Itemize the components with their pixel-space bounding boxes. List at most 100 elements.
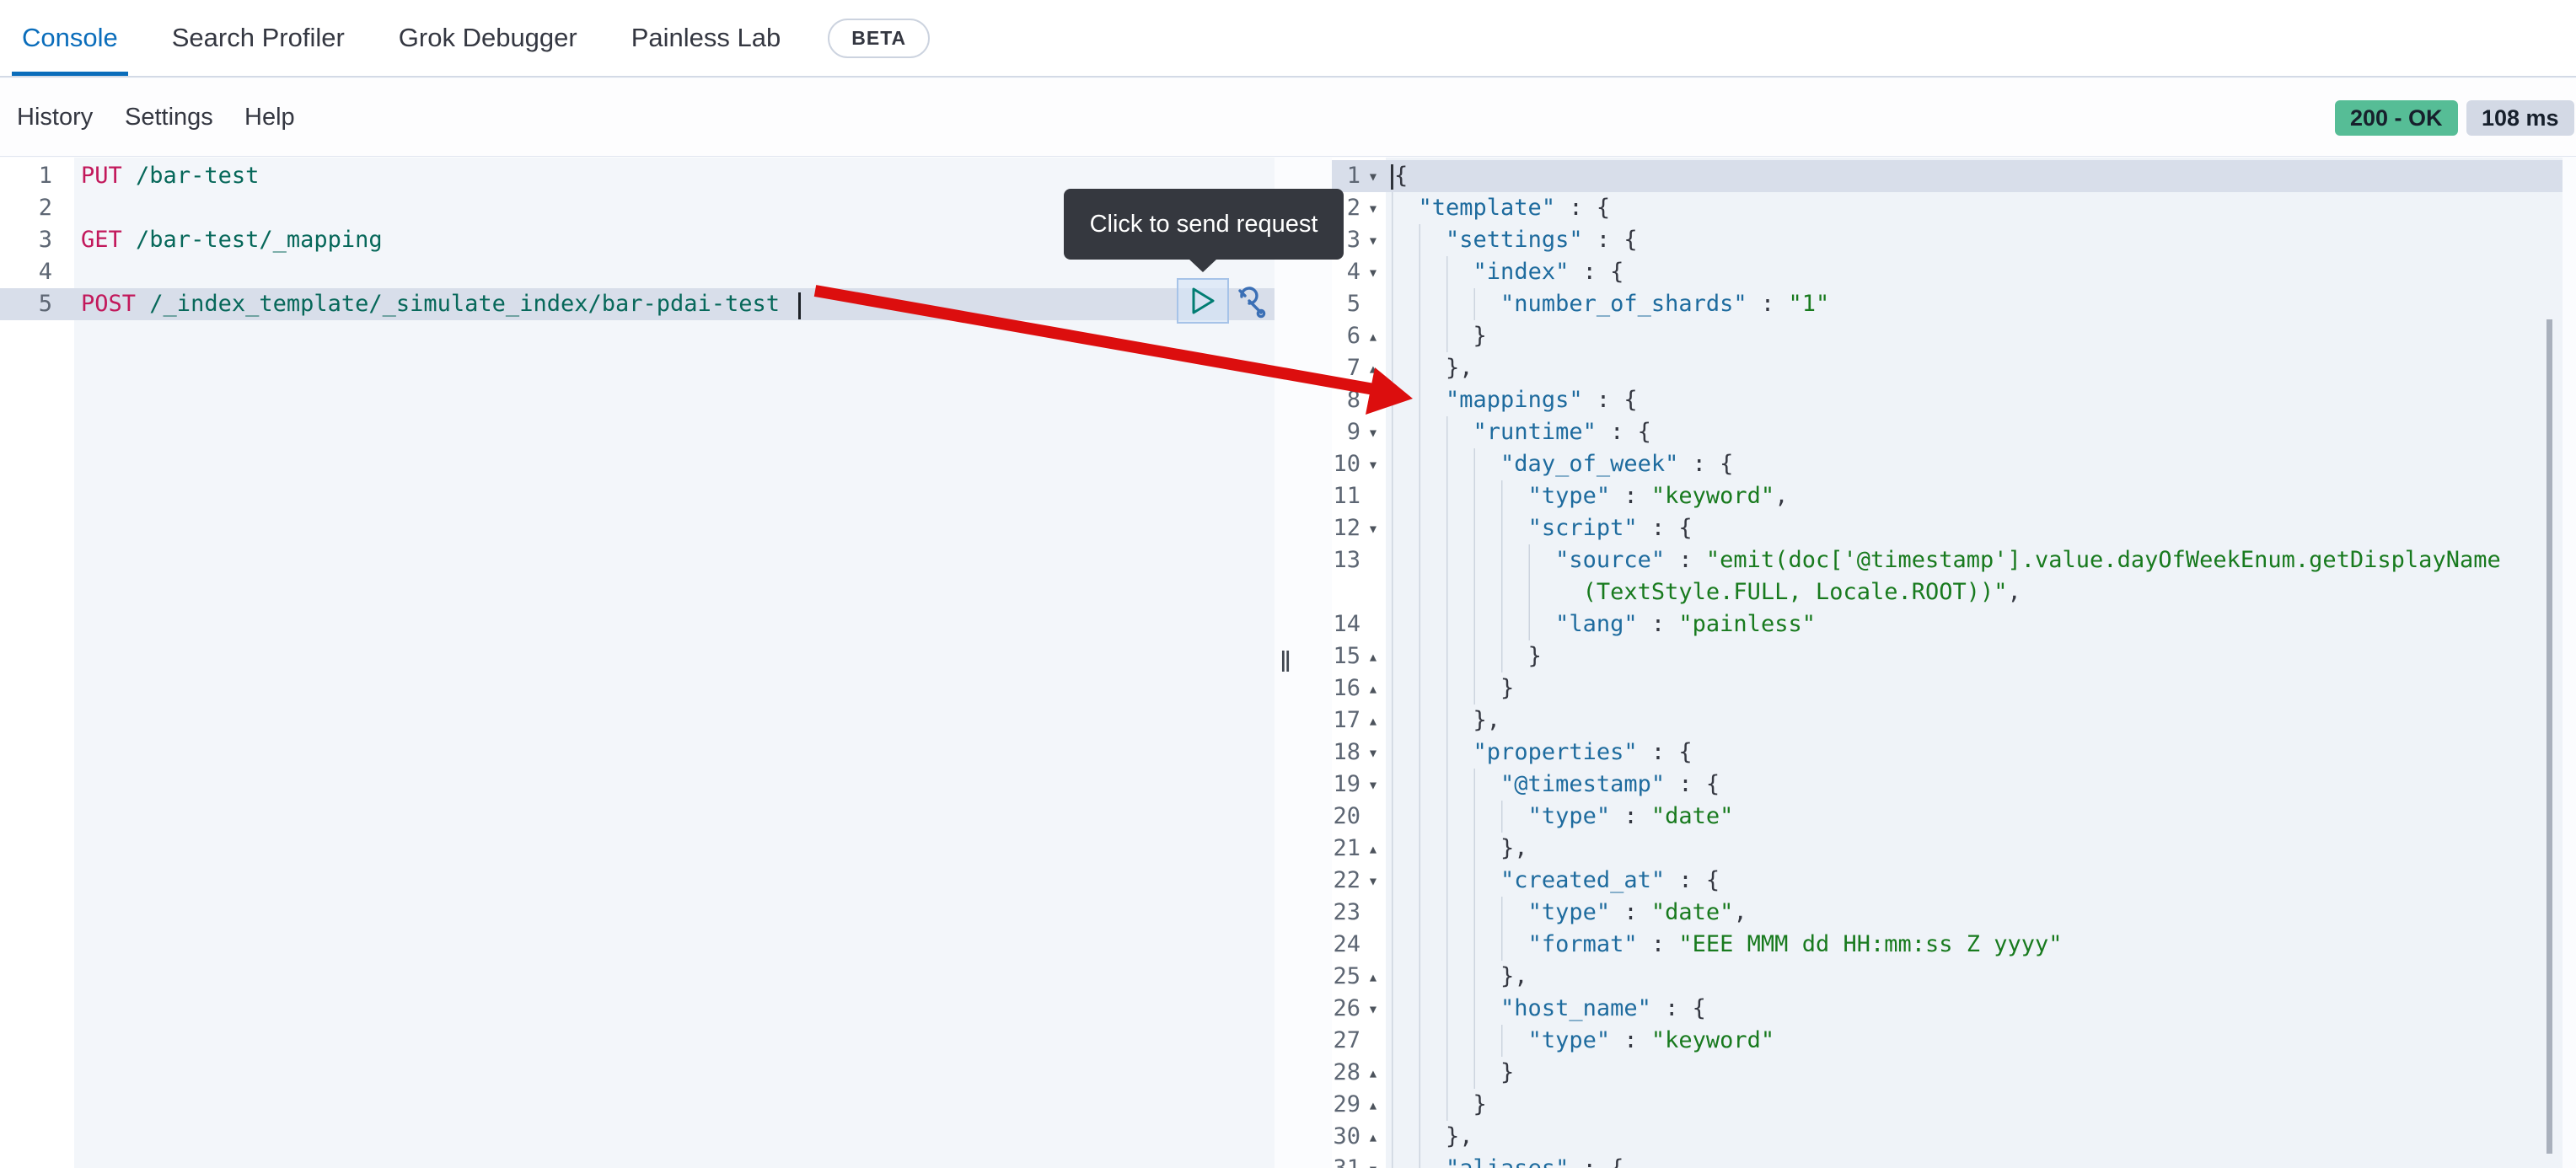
response-code: "script" : { [1386, 512, 2563, 544]
fold-down-icon[interactable]: ▾ [1360, 512, 1386, 544]
response-cursor [1391, 164, 1393, 190]
response-line: 30▴ }, [1332, 1121, 2563, 1153]
line-number: 9▾ [1332, 416, 1386, 448]
response-line: 19▾ "@timestamp" : { [1332, 769, 2563, 801]
fold-down-icon[interactable]: ▾ [1360, 1153, 1386, 1168]
request-options-button[interactable] [1232, 281, 1271, 320]
request-line[interactable]: 1PUT /bar-test [0, 160, 1275, 192]
response-line: 12▾ "script" : { [1332, 512, 2563, 544]
fold-up-icon[interactable]: ▴ [1360, 672, 1386, 705]
line-number: 20 [1332, 801, 1386, 833]
response-code: "day_of_week" : { [1386, 448, 2563, 480]
request-editor[interactable]: 1PUT /bar-test23GET /bar-test/_mapping45… [0, 158, 1275, 1168]
fold-up-icon[interactable]: ▴ [1360, 1057, 1386, 1089]
response-code: "source" : "emit(doc['@timestamp'].value… [1386, 544, 2563, 576]
fold-down-icon[interactable]: ▾ [1360, 224, 1386, 256]
line-number: 14 [1332, 608, 1386, 640]
fold-up-icon[interactable]: ▴ [1360, 833, 1386, 865]
tab-grok-debugger[interactable]: Grok Debugger [389, 0, 588, 76]
response-code: }, [1386, 833, 2563, 865]
line-number: 25▴ [1332, 961, 1386, 993]
response-code: } [1386, 320, 2563, 352]
line-number [1332, 576, 1386, 608]
response-line: 28▴ } [1332, 1057, 2563, 1089]
line-number: 1 [0, 160, 74, 192]
response-code: "created_at" : { [1386, 865, 2563, 897]
response-line: 29▴ } [1332, 1089, 2563, 1121]
fold-up-icon[interactable]: ▴ [1360, 320, 1386, 352]
response-line: 26▾ "host_name" : { [1332, 993, 2563, 1025]
request-code: POST /_index_template/_simulate_index/ba… [74, 288, 1275, 320]
response-viewer[interactable]: 1▾{2▾ "template" : {3▾ "settings" : {4▾ … [1332, 158, 2563, 1168]
fold-up-icon[interactable]: ▴ [1360, 352, 1386, 384]
fold-down-icon[interactable]: ▾ [1360, 865, 1386, 897]
fold-down-icon[interactable]: ▾ [1360, 737, 1386, 769]
fold-down-icon[interactable]: ▾ [1360, 448, 1386, 480]
tooltip-caret [1189, 259, 1217, 272]
beta-badge: BETA [828, 19, 930, 58]
line-number: 2 [0, 192, 74, 224]
response-line: 2▾ "template" : { [1332, 192, 2563, 224]
response-line: 8▾ "mappings" : { [1332, 384, 2563, 416]
top-tab-bar: Console Search Profiler Grok Debugger Painl… [0, 0, 2576, 78]
fold-down-icon[interactable]: ▾ [1360, 769, 1386, 801]
response-code: (TextStyle.FULL, Locale.ROOT))", [1386, 576, 2563, 608]
fold-up-icon[interactable]: ▴ [1360, 961, 1386, 993]
request-line[interactable]: 5POST /_index_template/_simulate_index/b… [0, 288, 1275, 320]
response-line: 27 "type" : "keyword" [1332, 1025, 2563, 1057]
fold-down-icon[interactable]: ▾ [1360, 384, 1386, 416]
tab-painless-lab[interactable]: Painless Lab [621, 0, 792, 76]
line-number: 30▴ [1332, 1121, 1386, 1153]
fold-down-icon[interactable]: ▾ [1360, 160, 1386, 192]
line-number: 11 [1332, 480, 1386, 512]
response-line: 5 "number_of_shards" : "1" [1332, 288, 2563, 320]
pane-splitter[interactable]: ‖ [1275, 158, 1332, 1168]
response-code: }, [1386, 1121, 2563, 1153]
fold-down-icon[interactable]: ▾ [1360, 993, 1386, 1025]
line-number: 8▾ [1332, 384, 1386, 416]
line-number: 28▴ [1332, 1057, 1386, 1089]
response-line: 10▾ "day_of_week" : { [1332, 448, 2563, 480]
menu-item-settings[interactable]: Settings [125, 79, 213, 156]
response-line: 3▾ "settings" : { [1332, 224, 2563, 256]
fold-up-icon[interactable]: ▴ [1360, 1089, 1386, 1121]
response-code: "number_of_shards" : "1" [1386, 288, 2563, 320]
response-code: { [1386, 160, 2563, 192]
menu-item-help[interactable]: Help [244, 79, 295, 156]
fold-up-icon[interactable]: ▴ [1360, 1121, 1386, 1153]
response-line: 21▴ }, [1332, 833, 2563, 865]
line-number: 15▴ [1332, 640, 1386, 672]
menu-item-history[interactable]: History [17, 79, 93, 156]
response-line: (TextStyle.FULL, Locale.ROOT))", [1332, 576, 2563, 608]
play-icon [1190, 287, 1216, 315]
line-number: 22▾ [1332, 865, 1386, 897]
response-code: "template" : { [1386, 192, 2563, 224]
line-number: 21▴ [1332, 833, 1386, 865]
response-code: }, [1386, 352, 2563, 384]
line-number: 5 [0, 288, 74, 320]
splitter-grip-icon: ‖ [1280, 646, 1291, 679]
request-line[interactable]: 4 [0, 256, 1275, 288]
response-line: 11 "type" : "keyword", [1332, 480, 2563, 512]
response-line: 9▾ "runtime" : { [1332, 416, 2563, 448]
response-line: 25▴ }, [1332, 961, 2563, 993]
response-code: "settings" : { [1386, 224, 2563, 256]
fold-down-icon[interactable]: ▾ [1360, 256, 1386, 288]
tab-console[interactable]: Console [12, 0, 128, 76]
send-request-button[interactable] [1177, 278, 1229, 324]
response-scrollbar-thumb[interactable] [2546, 319, 2552, 1154]
fold-up-icon[interactable]: ▴ [1360, 705, 1386, 737]
fold-down-icon[interactable]: ▾ [1360, 192, 1386, 224]
line-number: 23 [1332, 897, 1386, 929]
line-number: 10▾ [1332, 448, 1386, 480]
line-number: 5 [1332, 288, 1386, 320]
fold-up-icon[interactable]: ▴ [1360, 640, 1386, 672]
line-number: 29▴ [1332, 1089, 1386, 1121]
fold-down-icon[interactable]: ▾ [1360, 416, 1386, 448]
editor-split: 1PUT /bar-test23GET /bar-test/_mapping45… [0, 158, 2576, 1168]
line-number: 27 [1332, 1025, 1386, 1057]
response-code: }, [1386, 961, 2563, 993]
response-line: 18▾ "properties" : { [1332, 737, 2563, 769]
response-code: } [1386, 672, 2563, 705]
tab-search-profiler[interactable]: Search Profiler [162, 0, 355, 76]
